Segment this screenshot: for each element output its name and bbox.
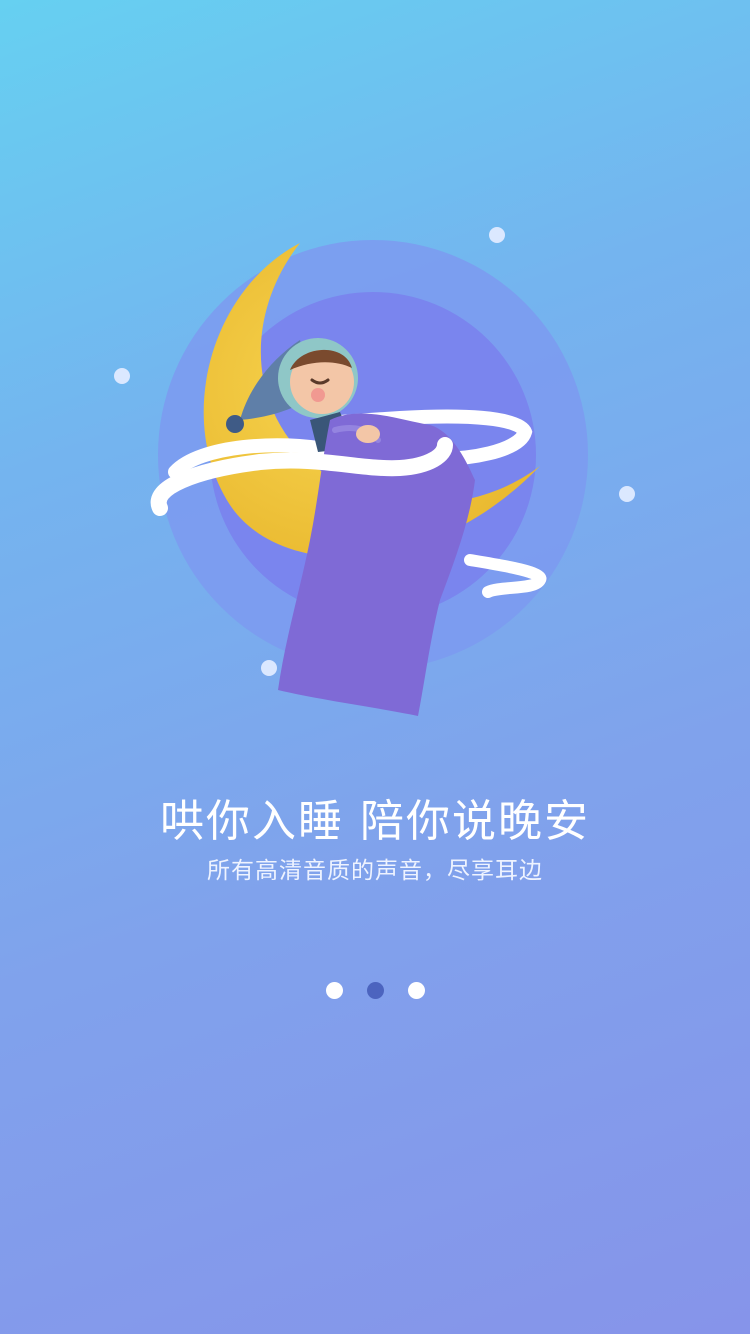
onboarding-subline: 所有高清音质的声音，尽享耳边 xyxy=(207,858,543,884)
onboarding-headline: 哄你入睡 陪你说晚安 xyxy=(160,796,590,847)
page-indicator xyxy=(0,982,750,999)
sleeping-child-on-moon-illustration xyxy=(114,227,635,716)
page-indicator-dot-1[interactable] xyxy=(325,982,343,999)
onboarding-screen: 哄你入睡 陪你说晚安 所有高清音质的声音，尽享耳边 xyxy=(0,0,750,1334)
page-indicator-dot-3[interactable] xyxy=(407,982,425,999)
nightcap-pompom-icon xyxy=(226,415,244,433)
snow-dot-icon xyxy=(619,486,635,502)
page-indicator-dot-2[interactable] xyxy=(366,982,384,999)
snow-dot-icon xyxy=(114,368,130,384)
snow-dot-icon xyxy=(261,660,277,676)
snow-dot-icon xyxy=(489,227,505,243)
